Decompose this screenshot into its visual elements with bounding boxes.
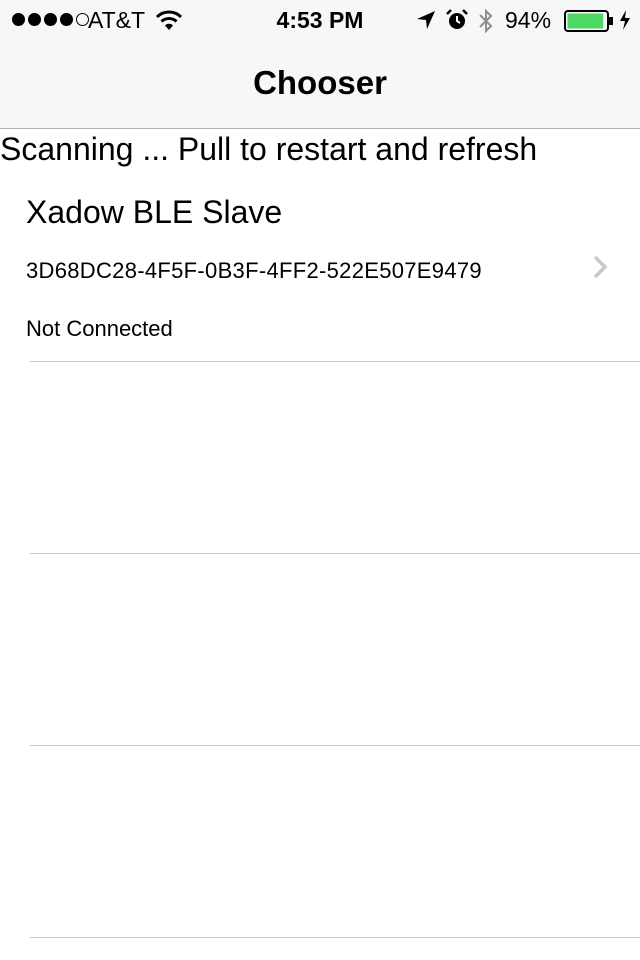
device-uuid: 3D68DC28-4F5F-0B3F-4FF2-522E507E9479 bbox=[26, 258, 482, 283]
battery-icon bbox=[564, 10, 613, 32]
chevron-right-icon bbox=[593, 255, 608, 279]
device-name: Xadow BLE Slave bbox=[26, 194, 283, 230]
row-separator bbox=[30, 937, 640, 938]
page-title: Chooser bbox=[253, 64, 387, 101]
navigation-bar: Chooser bbox=[0, 40, 640, 129]
connection-status: Not Connected bbox=[26, 316, 173, 341]
location-arrow-icon bbox=[417, 11, 435, 29]
row-separator bbox=[30, 745, 640, 746]
battery-percentage: 94% bbox=[505, 7, 552, 33]
status-bar: AT&T 4:53 PM 94% bbox=[0, 0, 640, 40]
scan-status-text: Scanning ... Pull to restart and refresh bbox=[0, 131, 538, 167]
charging-bolt-icon bbox=[620, 10, 630, 30]
row-separator bbox=[30, 553, 640, 554]
row-separator bbox=[30, 361, 640, 362]
device-list-item[interactable]: Xadow BLE Slave 3D68DC28-4F5F-0B3F-4FF2-… bbox=[0, 170, 640, 360]
alarm-clock-icon bbox=[446, 9, 468, 29]
bluetooth-icon bbox=[479, 8, 493, 34]
